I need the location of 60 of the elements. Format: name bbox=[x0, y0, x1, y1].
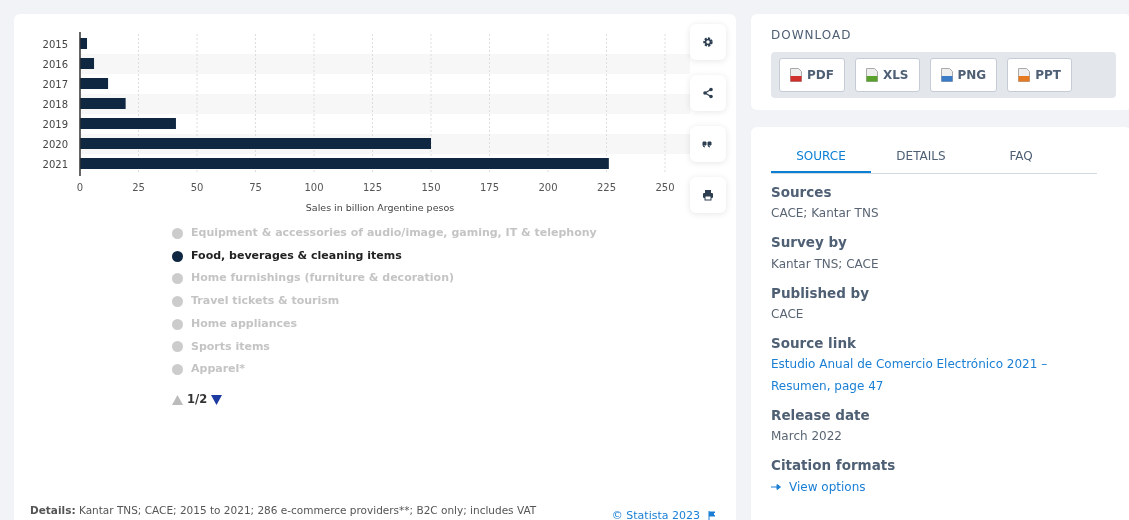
arrow-right-icon bbox=[771, 483, 781, 490]
section-heading: Published by bbox=[771, 283, 871, 303]
tab[interactable]: DETAILS bbox=[871, 139, 971, 173]
category-label: 2020 bbox=[42, 139, 68, 150]
section-value: March 2022 bbox=[771, 428, 843, 446]
source-link[interactable]: Estudio Anual de Comercio Electrónico 2021 – Resumen, page 47 bbox=[771, 353, 1061, 397]
legend-item[interactable]: Food, beverages & cleaning items bbox=[191, 244, 402, 268]
bar[interactable] bbox=[80, 78, 109, 89]
x-axis-title: Sales in billion Argentine pesos bbox=[305, 202, 455, 213]
category-label: 2018 bbox=[42, 99, 68, 110]
file-icon bbox=[1018, 68, 1031, 82]
quote-icon bbox=[702, 138, 714, 150]
section-heading: Source link bbox=[771, 333, 857, 353]
axis-tick-label: 75 bbox=[249, 182, 262, 193]
download-png-button[interactable]: PNG bbox=[929, 58, 998, 92]
axis-tick-label: 25 bbox=[132, 182, 145, 193]
axis-tick-label: 0 bbox=[76, 182, 84, 193]
category-label: 2017 bbox=[42, 79, 68, 90]
axis-tick-label: 150 bbox=[421, 182, 441, 193]
download-pdf-button[interactable]: PDF bbox=[779, 58, 845, 92]
tab[interactable]: FAQ bbox=[971, 139, 1071, 173]
section-value: CACE; Kantar TNS bbox=[771, 205, 880, 223]
download-xls-button[interactable]: XLS bbox=[854, 58, 920, 92]
share-icon bbox=[702, 87, 714, 99]
section-heading: Survey by bbox=[771, 233, 848, 253]
axis-tick-label: 125 bbox=[362, 182, 383, 193]
settings-button[interactable] bbox=[690, 24, 726, 60]
print-icon bbox=[702, 189, 714, 201]
category-label: 2019 bbox=[42, 119, 68, 130]
view-options-link[interactable]: View options bbox=[771, 475, 866, 498]
section-heading: Release date bbox=[771, 406, 871, 425]
flag-icon bbox=[708, 511, 716, 520]
page-down-icon[interactable] bbox=[211, 394, 223, 405]
category-label: 2016 bbox=[42, 59, 68, 70]
file-icon bbox=[940, 68, 953, 82]
category-label: 2015 bbox=[42, 39, 68, 50]
bar[interactable] bbox=[80, 58, 95, 69]
download-ppt-button[interactable]: PPT bbox=[1007, 58, 1072, 92]
category-label: 2021 bbox=[42, 159, 68, 170]
print-button[interactable] bbox=[690, 177, 726, 213]
section-heading: Citation formats bbox=[771, 456, 897, 476]
section-value: Kantar TNS; CACE bbox=[771, 255, 880, 273]
axis-tick-label: 225 bbox=[596, 182, 617, 193]
page-indicator: 1/2 bbox=[187, 390, 208, 408]
details-text: Details: Kantar TNS; CACE; 2015 to 2021; 286 e-commerce providers**; B2C only; includes VAT bbox=[30, 502, 538, 518]
file-icon bbox=[790, 68, 802, 82]
section-value: CACE bbox=[771, 305, 805, 323]
axis-tick-label: 50 bbox=[190, 182, 204, 193]
share-button[interactable] bbox=[690, 75, 726, 111]
download-heading: DOWNLOAD bbox=[771, 27, 853, 44]
quote-button[interactable] bbox=[690, 126, 726, 162]
axis-tick-label: 200 bbox=[538, 182, 558, 193]
axis-tick-label: 250 bbox=[655, 182, 675, 193]
file-icon bbox=[865, 68, 878, 82]
tab[interactable]: SOURCE bbox=[771, 139, 871, 173]
section-heading: Sources bbox=[771, 183, 833, 202]
copyright-link[interactable]: © Statista 2023 bbox=[611, 507, 716, 520]
settings-icon bbox=[702, 36, 714, 48]
axis-tick-label: 100 bbox=[304, 182, 324, 193]
axis-tick-label: 175 bbox=[479, 182, 500, 193]
